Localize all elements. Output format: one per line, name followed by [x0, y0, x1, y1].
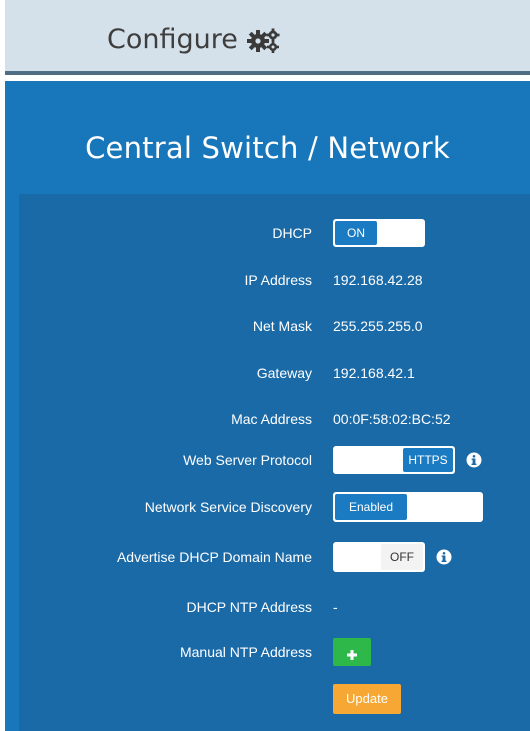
mac-address-label: Mac Address: [231, 411, 312, 427]
dhcp-label: DHCP: [272, 225, 312, 241]
page-header: Configure: [5, 0, 530, 75]
network-service-discovery-toggle[interactable]: Enabled: [333, 492, 483, 522]
dhcp-ntp-address-value: -: [333, 599, 338, 615]
web-server-protocol-state: HTTPS: [403, 448, 453, 472]
net-mask-row: Net Mask 255.255.255.0: [19, 311, 530, 341]
update-row: Update: [19, 684, 530, 714]
mac-address-value: 00:0F:58:02:BC:52: [333, 411, 451, 427]
network-service-discovery-label: Network Service Discovery: [144, 499, 312, 515]
advertise-dhcp-domain-name-info-icon[interactable]: [436, 549, 452, 565]
configure-title: Configure: [107, 24, 238, 55]
advertise-dhcp-domain-name-state: OFF: [381, 544, 423, 570]
network-service-discovery-state: Enabled: [335, 494, 407, 520]
web-server-protocol-toggle[interactable]: HTTPS: [333, 446, 455, 474]
net-mask-value: 255.255.255.0: [333, 318, 423, 334]
dhcp-toggle-state: ON: [335, 221, 377, 245]
gateway-row: Gateway 192.168.42.1: [19, 358, 530, 388]
network-settings-form: DHCP ON IP Address 192.168.42.28 Net Mas…: [19, 194, 530, 731]
dhcp-toggle[interactable]: ON: [333, 219, 425, 247]
web-server-protocol-label: Web Server Protocol: [183, 452, 312, 468]
manual-ntp-address-row: Manual NTP Address: [19, 637, 530, 667]
panel-title: Central Switch / Network: [85, 131, 450, 165]
dhcp-ntp-address-row: DHCP NTP Address -: [19, 592, 530, 622]
page-header-title: Configure: [107, 24, 282, 55]
advertise-dhcp-domain-name-toggle[interactable]: OFF: [333, 542, 425, 572]
plus-icon: [347, 647, 357, 660]
advertise-dhcp-domain-name-label: Advertise DHCP Domain Name: [116, 549, 312, 565]
ip-address-row: IP Address 192.168.42.28: [19, 265, 530, 295]
add-ntp-address-button[interactable]: [333, 638, 371, 666]
dhcp-ntp-address-label: DHCP NTP Address: [186, 599, 312, 615]
advertise-dhcp-domain-name-row: Advertise DHCP Domain Name OFF: [19, 542, 530, 572]
gateway-value: 192.168.42.1: [333, 365, 415, 381]
network-service-discovery-row: Network Service Discovery Enabled: [19, 492, 530, 522]
net-mask-label: Net Mask: [252, 318, 312, 334]
mac-address-row: Mac Address 00:0F:58:02:BC:52: [19, 404, 530, 434]
web-server-protocol-info-icon[interactable]: [466, 452, 482, 468]
web-server-protocol-row: Web Server Protocol HTTPS: [19, 445, 530, 475]
ip-address-label: IP Address: [244, 272, 312, 288]
gateway-label: Gateway: [256, 365, 312, 381]
gears-icon: [246, 26, 282, 54]
dhcp-row: DHCP ON: [19, 218, 530, 248]
manual-ntp-address-label: Manual NTP Address: [179, 644, 312, 660]
network-panel: Central Switch / Network DHCP ON IP Addr…: [5, 81, 530, 731]
ip-address-value: 192.168.42.28: [333, 272, 423, 288]
update-button[interactable]: Update: [333, 684, 401, 714]
